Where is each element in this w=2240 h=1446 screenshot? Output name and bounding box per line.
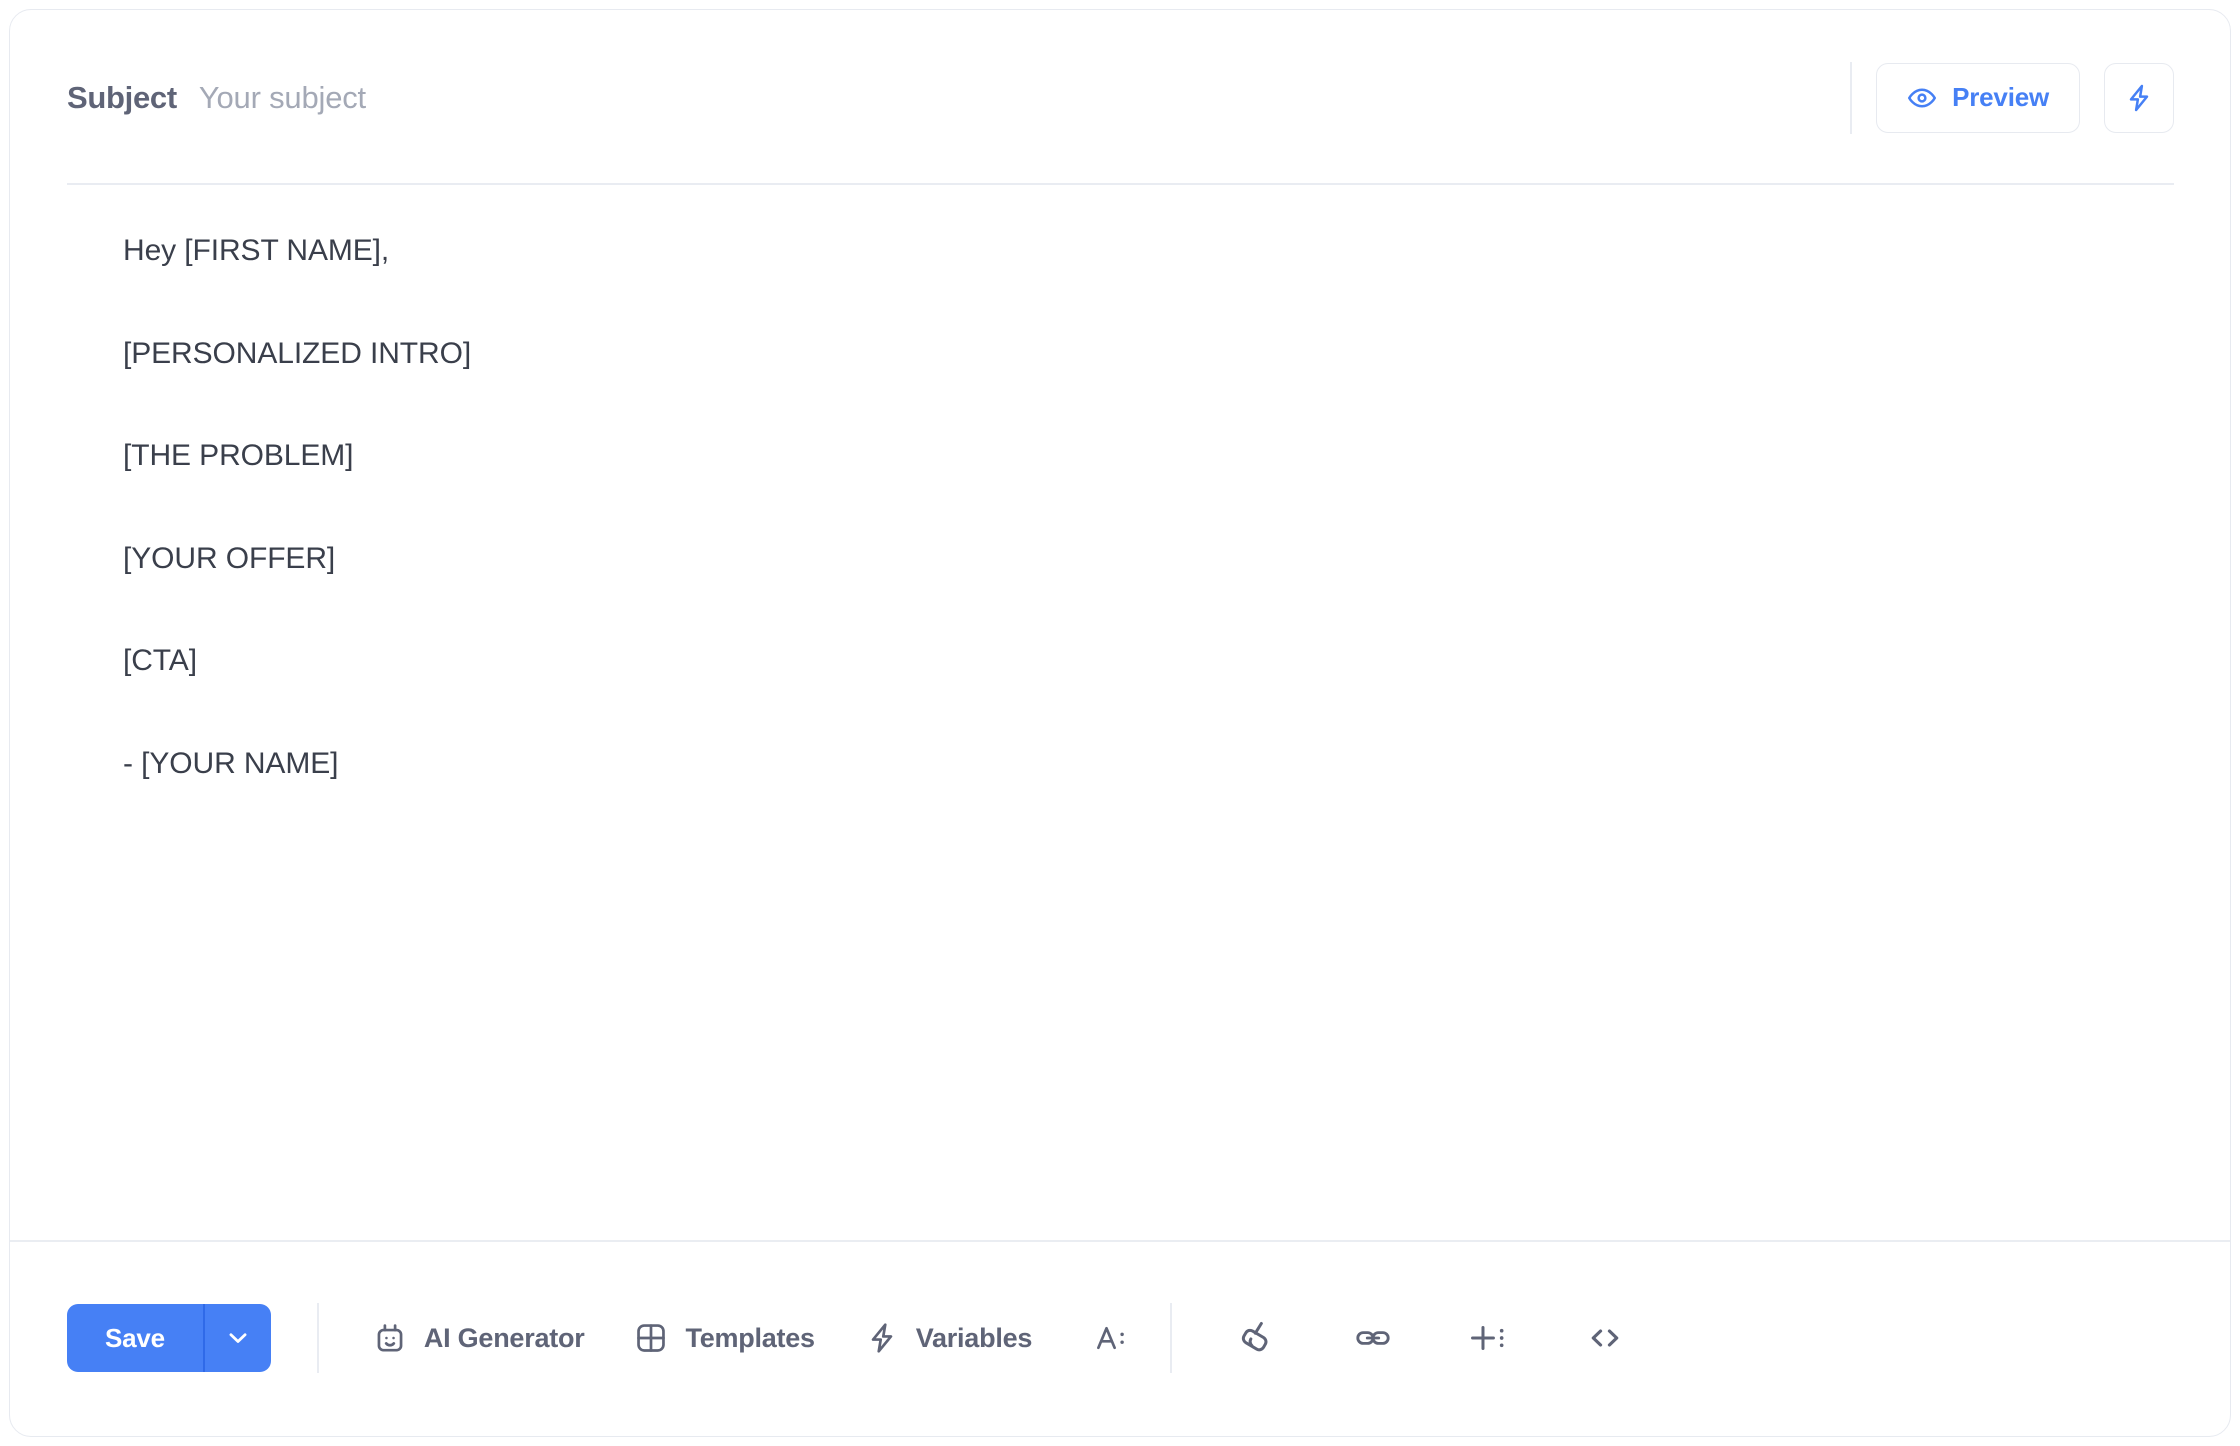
eye-icon bbox=[1907, 83, 1937, 113]
subject-input[interactable] bbox=[198, 79, 1817, 116]
insert-link-button[interactable] bbox=[1342, 1307, 1404, 1369]
header-actions: Preview bbox=[1816, 61, 2174, 134]
plus-list-icon bbox=[1470, 1319, 1508, 1357]
body-line: [YOUR OFFER] bbox=[123, 541, 336, 575]
lightning-bolt-icon bbox=[865, 1321, 899, 1355]
toolbar-divider bbox=[10, 1240, 2230, 1242]
body-line: [THE PROBLEM] bbox=[123, 439, 354, 473]
templates-label: Templates bbox=[685, 1322, 815, 1353]
body-line: [CTA] bbox=[123, 644, 197, 678]
body-line: - [YOUR NAME] bbox=[123, 746, 339, 780]
quick-action-button[interactable] bbox=[2104, 62, 2174, 133]
broom-icon bbox=[1237, 1318, 1277, 1358]
source-code-button[interactable] bbox=[1574, 1307, 1636, 1369]
ai-generator-label: AI Generator bbox=[423, 1322, 585, 1353]
body-line: Hey [FIRST NAME], bbox=[123, 234, 390, 267]
insert-element-button[interactable] bbox=[1458, 1307, 1520, 1369]
email-editor-card: Subject Preview bbox=[9, 9, 2231, 1437]
toolbar-divider-1 bbox=[316, 1303, 319, 1373]
variables-label: Variables bbox=[915, 1322, 1033, 1353]
save-button[interactable]: Save bbox=[67, 1304, 203, 1372]
ai-generator-button[interactable]: AI Generator bbox=[365, 1306, 593, 1370]
subject-field-group: Subject bbox=[67, 79, 1817, 116]
subject-label: Subject bbox=[67, 79, 177, 115]
editor-toolbar: Save AI Generator Templates Variables bbox=[10, 1240, 2230, 1436]
text-format-icon bbox=[1093, 1320, 1129, 1356]
body-line: [PERSONALIZED INTRO] bbox=[123, 336, 472, 370]
save-dropdown-button[interactable] bbox=[205, 1304, 271, 1372]
robot-icon bbox=[373, 1321, 407, 1355]
layout-grid-icon bbox=[634, 1321, 668, 1355]
preview-button[interactable]: Preview bbox=[1876, 62, 2080, 133]
chevron-down-icon bbox=[225, 1325, 251, 1351]
code-icon bbox=[1586, 1319, 1624, 1357]
lightning-bolt-icon bbox=[2124, 83, 2154, 113]
email-body-editor[interactable]: Hey [FIRST NAME], [PERSONALIZED INTRO] [… bbox=[10, 185, 2230, 1240]
text-format-button[interactable] bbox=[1080, 1307, 1142, 1369]
templates-button[interactable]: Templates bbox=[626, 1306, 822, 1370]
subject-bar: Subject Preview bbox=[10, 10, 2230, 185]
variables-button[interactable]: Variables bbox=[857, 1306, 1040, 1370]
header-divider bbox=[1850, 61, 1853, 134]
toolbar-divider-2 bbox=[1170, 1303, 1173, 1373]
preview-button-label: Preview bbox=[1952, 82, 2049, 112]
save-button-group: Save bbox=[67, 1304, 271, 1372]
clear-formatting-button[interactable] bbox=[1226, 1307, 1288, 1369]
link-icon bbox=[1354, 1319, 1392, 1357]
